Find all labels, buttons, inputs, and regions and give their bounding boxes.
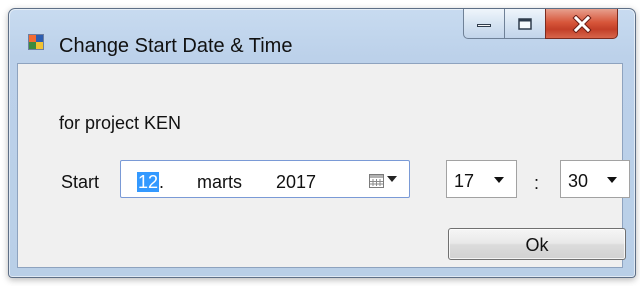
hour-select[interactable]: 17 bbox=[446, 160, 517, 198]
minimize-icon bbox=[477, 23, 491, 27]
chevron-down-icon bbox=[494, 177, 504, 183]
date-year-segment[interactable]: 2017 bbox=[276, 172, 316, 192]
project-label: for project KEN bbox=[59, 113, 182, 133]
window-app-icon bbox=[28, 34, 44, 50]
chevron-down-icon[interactable] bbox=[387, 176, 397, 183]
minimize-button[interactable] bbox=[463, 9, 505, 39]
minute-value: 30 bbox=[568, 171, 589, 191]
hour-value: 17 bbox=[454, 171, 475, 191]
date-day-segment[interactable]: 12 bbox=[137, 172, 160, 192]
start-label: Start bbox=[61, 172, 100, 192]
date-separator: . bbox=[159, 172, 165, 192]
title-bar[interactable]: Change Start Date & Time bbox=[9, 9, 635, 71]
window-title: Change Start Date & Time bbox=[59, 35, 293, 57]
date-month-segment[interactable]: marts bbox=[197, 172, 242, 192]
close-icon bbox=[571, 14, 592, 33]
chevron-down-icon bbox=[607, 177, 617, 183]
change-start-date-time-dialog: Change Start Date & Time for project KEN… bbox=[8, 8, 636, 278]
ok-button[interactable]: Ok bbox=[448, 228, 626, 260]
caption-buttons bbox=[463, 9, 618, 40]
close-button[interactable] bbox=[545, 9, 618, 39]
dialog-content: for project KEN Start 12 . marts 2017 17… bbox=[17, 63, 630, 268]
time-separator: : bbox=[534, 173, 540, 193]
maximize-button[interactable] bbox=[504, 9, 546, 39]
calendar-icon[interactable] bbox=[368, 172, 385, 189]
start-date-picker[interactable]: 12 . marts 2017 bbox=[120, 160, 410, 198]
minute-select[interactable]: 30 bbox=[560, 160, 630, 198]
maximize-icon bbox=[518, 17, 532, 30]
